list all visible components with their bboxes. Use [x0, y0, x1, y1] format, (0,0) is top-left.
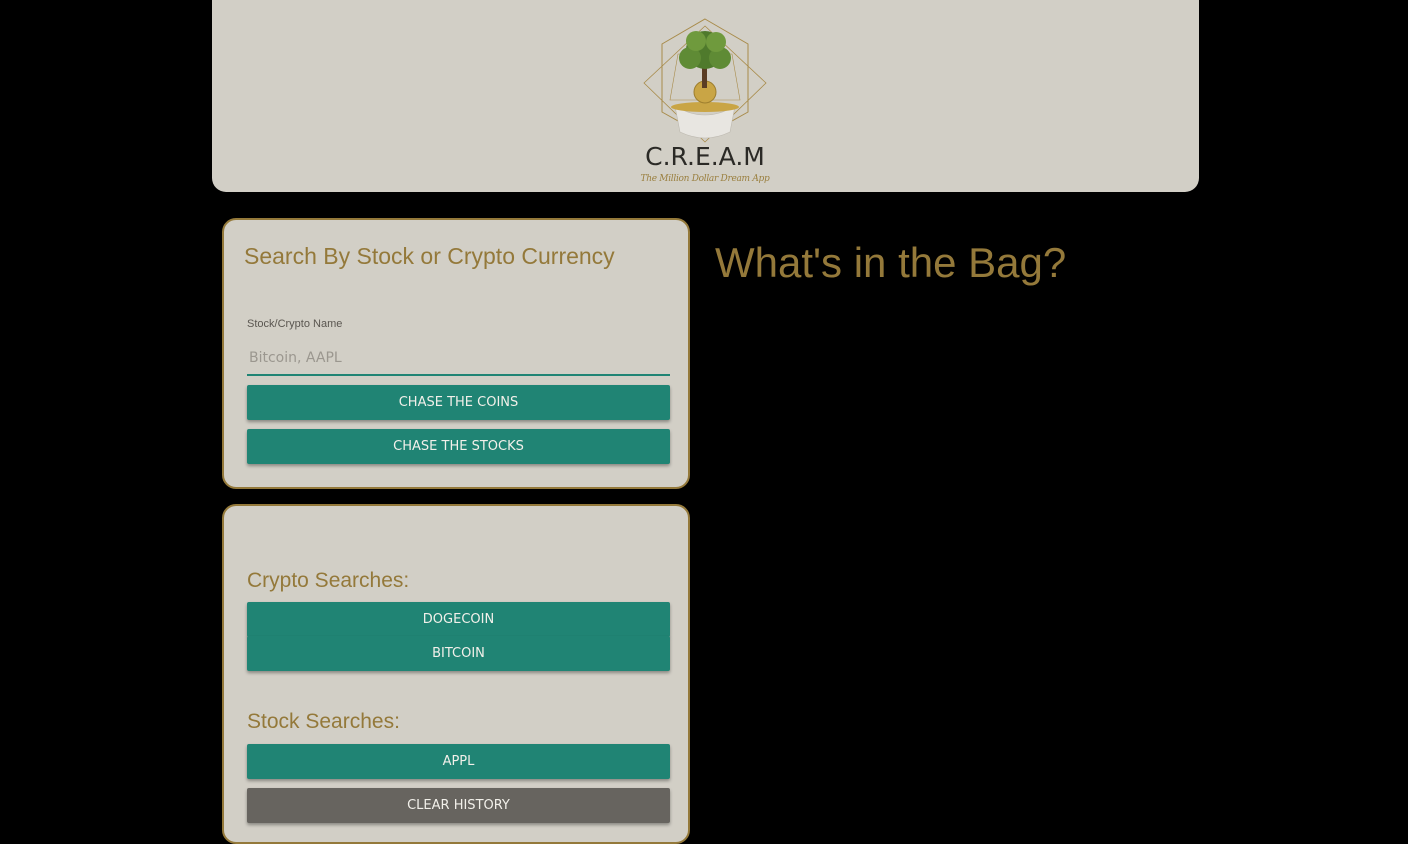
stock-searches-title: Stock Searches: — [247, 710, 400, 733]
crypto-history-item[interactable]: DOGECOIN — [247, 602, 670, 637]
search-history-card: Crypto Searches: DOGECOIN BITCOIN Stock … — [222, 504, 690, 844]
stock-history-item[interactable]: APPL — [247, 744, 670, 779]
search-card-title: Search By Stock or Crypto Currency — [244, 243, 615, 269]
clear-history-button[interactable]: CLEAR HISTORY — [247, 788, 670, 823]
search-card: Search By Stock or Crypto Currency Stock… — [222, 218, 690, 489]
crypto-searches-title: Crypto Searches: — [247, 569, 410, 592]
results-title: What's in the Bag? — [715, 239, 1067, 286]
crypto-history-item[interactable]: BITCOIN — [247, 636, 670, 671]
chase-stocks-button[interactable]: CHASE THE STOCKS — [247, 429, 670, 464]
stock-crypto-name-label: Stock/Crypto Name — [247, 318, 343, 330]
logo-title: C.R.E.A.M — [645, 142, 765, 171]
stock-crypto-search-input[interactable] — [247, 342, 670, 376]
cream-logo: C.R.E.A.M The Million Dollar Dream App — [630, 14, 780, 192]
chase-coins-button[interactable]: CHASE THE COINS — [247, 385, 670, 420]
logo-tagline: The Million Dollar Dream App — [640, 174, 770, 184]
